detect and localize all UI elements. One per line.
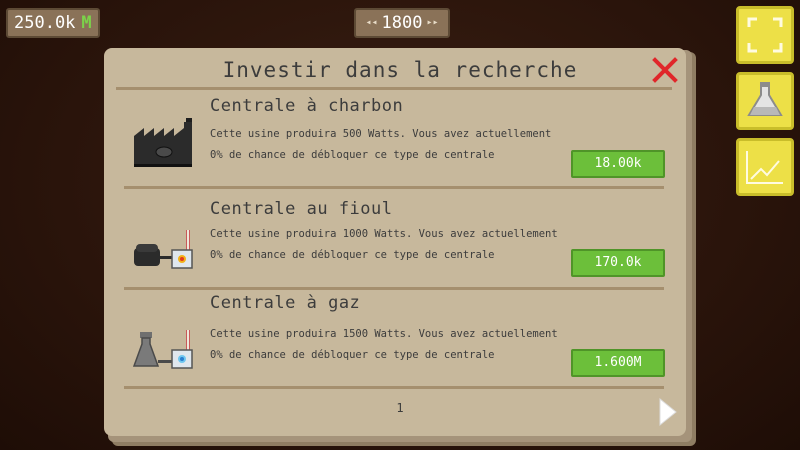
item-name: Centrale à charbon [210, 96, 404, 116]
fast-forward-icon[interactable]: ▸▸ [426, 10, 438, 36]
page-number: 1 [396, 401, 404, 415]
item-description: Cette usine produira 1500 Watts. Vous av… [210, 324, 570, 366]
buy-button[interactable]: 1.600M [571, 349, 665, 377]
item-description-line: Cette usine produira 1500 Watts. Vous av… [210, 328, 558, 340]
divider [116, 87, 672, 90]
item-description-line: 0% de chance de débloquer ce type de cen… [210, 149, 495, 161]
coal-plant-icon [134, 118, 192, 167]
divider [124, 386, 664, 389]
item-description-line: Cette usine produira 1000 Watts. Vous av… [210, 228, 558, 240]
item-description-line: 0% de chance de débloquer ce type de cen… [210, 349, 495, 361]
divider [124, 287, 664, 290]
statistics-button[interactable] [736, 138, 794, 196]
item-description: Cette usine produira 1000 Watts. Vous av… [210, 224, 570, 266]
item-name: Centrale au fioul [210, 199, 393, 219]
fullscreen-button[interactable] [736, 6, 794, 64]
dialog-title: Investir dans la recherche [222, 58, 578, 82]
oil-plant-icon [134, 230, 193, 269]
gas-plant-icon [132, 330, 193, 369]
fullscreen-icon [747, 17, 783, 53]
item-name: Centrale à gaz [210, 293, 361, 313]
item-description-line: 0% de chance de débloquer ce type de cen… [210, 249, 495, 261]
item-description: Cette usine produira 500 Watts. Vous ave… [210, 124, 570, 166]
year-selector[interactable]: ◂◂ 1800 ▸▸ [354, 8, 450, 38]
money-value: 250.0k [14, 13, 76, 33]
flask-icon [747, 82, 783, 116]
buy-button[interactable]: 170.0k [571, 249, 665, 277]
rewind-icon[interactable]: ◂◂ [365, 10, 377, 36]
chart-icon [746, 151, 783, 184]
close-icon[interactable] [651, 56, 679, 84]
next-page-icon[interactable] [658, 397, 678, 427]
year-value: 1800 [381, 13, 423, 33]
money-display: 250.0k M [6, 8, 100, 38]
buy-button[interactable]: 18.00k [571, 150, 665, 178]
money-unit: M [81, 13, 92, 33]
item-description-line: Cette usine produira 500 Watts. Vous ave… [210, 128, 552, 140]
divider [124, 186, 664, 189]
